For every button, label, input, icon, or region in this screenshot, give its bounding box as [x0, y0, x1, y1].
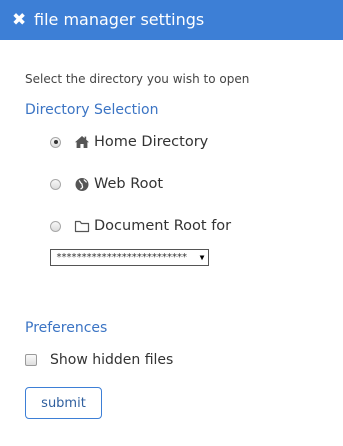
web-root-label: Web Root — [94, 176, 164, 192]
document-root-label: Document Root for — [94, 218, 232, 234]
directory-selection-heading: Directory Selection — [25, 102, 159, 118]
home-icon — [75, 136, 89, 148]
document-root-radio[interactable] — [50, 220, 61, 232]
globe-icon — [75, 178, 89, 191]
option-home-directory[interactable]: Home Directory — [50, 134, 208, 150]
preferences-heading: Preferences — [25, 320, 108, 336]
show-hidden-files-option[interactable]: Show hidden files — [25, 352, 173, 368]
directory-prompt: Select the directory you wish to open — [25, 72, 250, 86]
document-root-select-value: ************************** — [56, 252, 188, 263]
home-directory-label: Home Directory — [94, 134, 209, 150]
option-document-root[interactable]: Document Root for — [50, 218, 231, 234]
dialog-titlebar: ✖ file manager settings — [0, 0, 343, 40]
dialog-title: file manager settings — [34, 10, 205, 29]
close-icon[interactable]: ✖ — [12, 11, 28, 29]
submit-button[interactable]: submit — [25, 387, 102, 419]
web-root-radio[interactable] — [50, 178, 61, 190]
option-web-root[interactable]: Web Root — [50, 176, 163, 192]
show-hidden-files-checkbox[interactable] — [25, 354, 37, 366]
chevron-down-icon: ▼ — [199, 253, 205, 262]
document-root-select[interactable]: ************************** ▼ — [50, 249, 209, 266]
folder-icon — [74, 220, 90, 233]
home-directory-radio[interactable] — [50, 136, 61, 148]
show-hidden-files-label: Show hidden files — [50, 352, 174, 368]
